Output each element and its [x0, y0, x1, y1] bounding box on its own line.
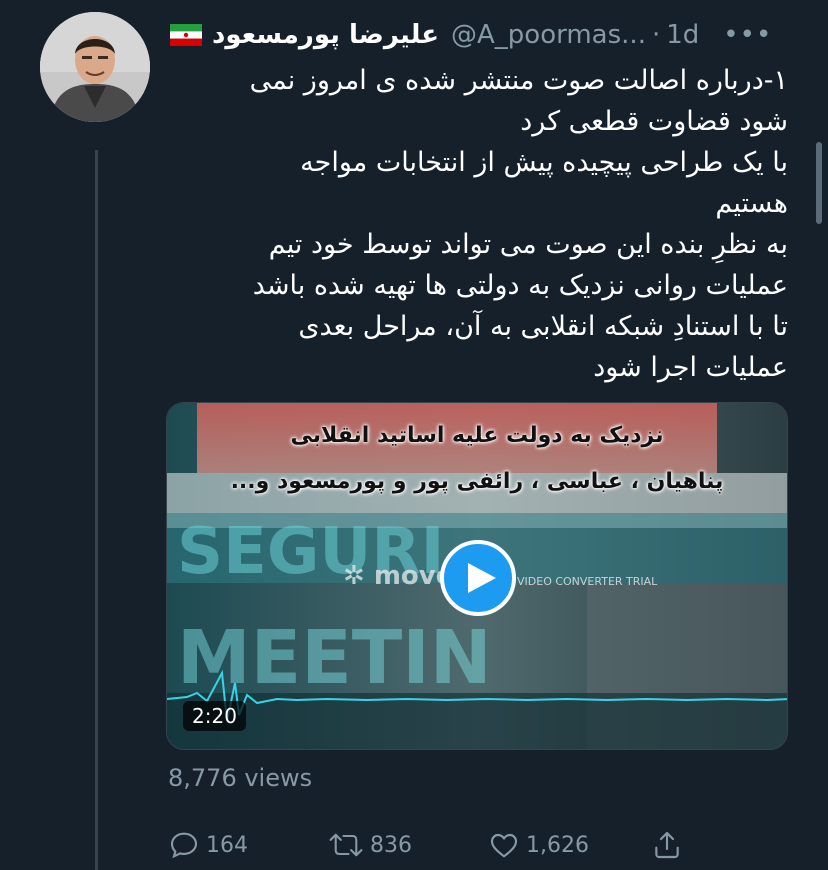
share-button[interactable]: [651, 829, 689, 861]
like-count: 1,626: [526, 832, 589, 858]
author-handle[interactable]: @A_poormas...: [451, 20, 646, 50]
reply-button[interactable]: 164: [168, 829, 248, 861]
tweet-line: عملیات اجرا شود: [593, 352, 788, 383]
watermark-trial-text: VIDEO CONVERTER TRIAL: [517, 575, 658, 588]
tweet-line: ۱-درباره اصالت صوت منتشر شده ی امروز نمی: [249, 65, 788, 96]
tweet-text: ۱-درباره اصالت صوت منتشر شده ی امروز نمی…: [170, 60, 788, 388]
scrollbar[interactable]: [816, 142, 822, 224]
heart-icon: [490, 833, 518, 858]
retweet-icon: [329, 833, 363, 857]
author-display-name[interactable]: علیرضا پورمسعود: [212, 20, 439, 50]
video-watermark: ✲ movo: [343, 561, 454, 591]
tweet-line: با یک طراحی پیچیده پیش از انتخابات مواجه: [300, 147, 788, 178]
like-button[interactable]: 1,626: [488, 829, 589, 861]
play-button[interactable]: [440, 540, 516, 616]
tweet-timestamp[interactable]: 1d: [666, 20, 699, 50]
thread-connector-line: [95, 150, 98, 870]
tweet-line: تا با استنادِ شبکه انقلابی به آن، مراحل …: [298, 311, 788, 342]
retweet-count: 836: [370, 832, 412, 858]
reply-icon: [170, 832, 198, 859]
share-icon: [655, 831, 679, 859]
video-caption-line: نزدیک به دولت علیه اساتید انقلابی: [290, 423, 664, 448]
iran-flag-icon: [170, 24, 202, 46]
video-media[interactable]: SEGURI MEETIN نزدیک به دولت علیه اساتید …: [166, 402, 788, 750]
tweet-line: عملیات روانی نزدیک به دولتی ها تهیه شده …: [252, 270, 788, 301]
tweet-line: هستیم: [715, 188, 788, 219]
tweet-actions: 164 836 1,626: [168, 826, 698, 864]
video-caption-line: پناهیان ، عباسی ، رائفی پور و پورمسعود و…: [230, 469, 724, 494]
reply-count: 164: [206, 832, 248, 858]
avatar[interactable]: [40, 12, 150, 122]
watermark-icon: ✲: [343, 561, 374, 591]
tweet-line: شود قضاوت قطعی کرد: [520, 106, 788, 137]
view-count: 8,776 views: [168, 764, 313, 792]
tweet-line: به نظرِ بنده این صوت می تواند توسط خود ت…: [268, 229, 788, 260]
tweet-header: علیرضا پورمسعود @A_poormas... · 1d •••: [170, 12, 808, 58]
separator-dot: ·: [651, 20, 661, 50]
retweet-button[interactable]: 836: [328, 829, 412, 861]
play-icon: [468, 563, 496, 593]
video-duration: 2:20: [183, 701, 246, 731]
more-options-icon[interactable]: •••: [723, 20, 772, 50]
